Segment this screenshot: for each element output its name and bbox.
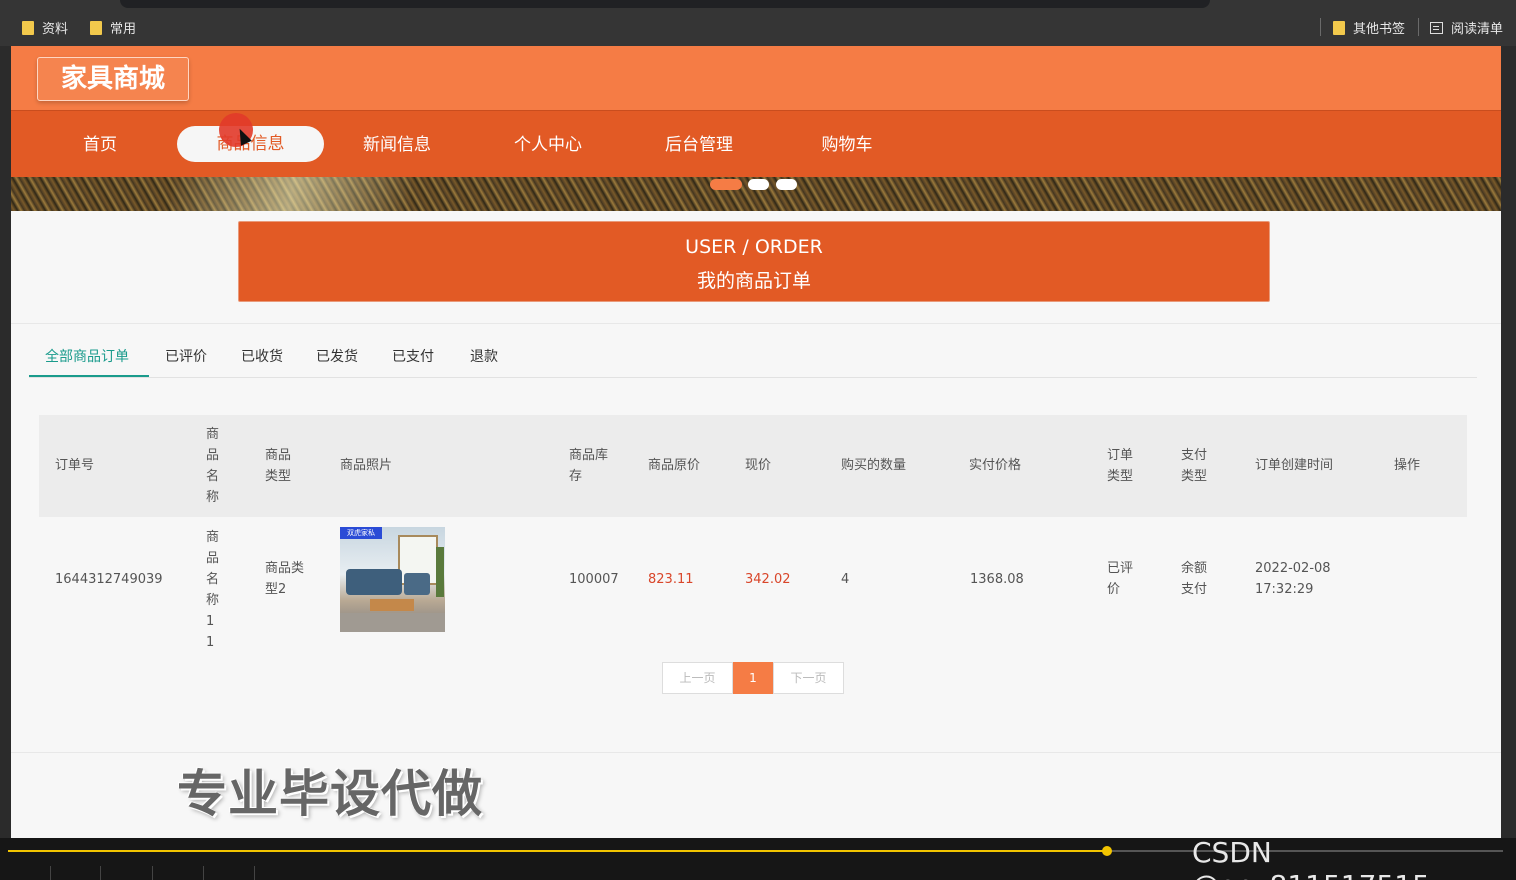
address-bar[interactable] (120, 0, 1210, 8)
tab-shipped[interactable]: 已发货 (316, 346, 358, 366)
divider (11, 323, 1501, 324)
cell-order-no: 1644312749039 (55, 572, 163, 587)
header-photo: 商品照片 (340, 458, 393, 473)
banner-highlight (171, 177, 411, 211)
tab-received[interactable]: 已收货 (241, 346, 283, 366)
page-title-en: USER / ORDER (685, 236, 823, 258)
bookmarks-bar: 资料 常用 其他书签 阅读清单 (0, 10, 1516, 44)
page-title-box: USER / ORDER 我的商品订单 (238, 221, 1270, 302)
tab-all-orders[interactable]: 全部商品订单 (45, 346, 129, 366)
cell-paid: 1368.08 (970, 572, 1024, 587)
progress-handle[interactable] (1102, 846, 1112, 856)
bookmark-separator (1418, 18, 1419, 36)
header-product-type: 商品类型 (265, 448, 292, 484)
player-divider (254, 866, 255, 880)
bookmark-label: 常用 (110, 22, 137, 37)
photo-sofa (346, 569, 402, 595)
table-row: 1644312749039 商品名称11 商品类型2 双虎家私 100007 8… (39, 517, 1467, 650)
browser-chrome: 资料 常用 其他书签 阅读清单 (0, 0, 1516, 46)
site-logo[interactable]: 家具商城 (37, 57, 189, 101)
cell-created-time: 17:32:29 (1255, 582, 1314, 597)
page-title-cn: 我的商品订单 (696, 270, 811, 292)
pagination: 上一页 1 下一页 (662, 662, 844, 694)
tab-reviewed[interactable]: 已评价 (165, 346, 207, 366)
page-1-button[interactable]: 1 (733, 662, 773, 694)
cell-original-price: 823.11 (648, 572, 694, 587)
photo-table (370, 599, 414, 611)
divider (11, 752, 1501, 753)
photo-armchair (404, 573, 430, 595)
progress-fill (8, 850, 1107, 852)
nav-admin[interactable]: 后台管理 (659, 127, 739, 163)
window-edge (1501, 46, 1516, 838)
photo-rug (340, 613, 445, 632)
header-action: 操作 (1394, 458, 1421, 473)
prev-page-button[interactable]: 上一页 (662, 662, 733, 694)
reading-list[interactable]: 阅读清单 (1430, 18, 1503, 37)
header-pay-type: 支付类型 (1181, 448, 1208, 484)
nav-personal-center[interactable]: 个人中心 (508, 127, 588, 163)
bookmark-separator (1320, 18, 1321, 36)
cell-order-type: 已评价 (1107, 561, 1134, 597)
header-created: 订单创建时间 (1255, 458, 1334, 473)
site-header: 家具商城 (11, 46, 1501, 110)
web-page: 家具商城 首页 商品信息 新闻信息 个人中心 后台管理 购物车 USER / O… (11, 46, 1501, 838)
header-paid: 实付价格 (969, 458, 1022, 473)
next-page-button[interactable]: 下一页 (773, 662, 844, 694)
cell-stock: 100007 (569, 572, 619, 587)
header-quantity: 购买的数量 (841, 458, 907, 473)
player-divider (203, 866, 204, 880)
cell-created-date: 2022-02-08 (1255, 561, 1331, 576)
nav-cart[interactable]: 购物车 (807, 127, 887, 163)
tab-paid[interactable]: 已支付 (392, 346, 434, 366)
nav-news[interactable]: 新闻信息 (357, 127, 437, 163)
product-photo[interactable]: 双虎家私 (340, 527, 445, 632)
folder-icon (90, 20, 102, 35)
carousel-dot-1[interactable] (710, 179, 742, 190)
header-product-name: 商品名称 (206, 427, 220, 505)
header-original-price: 商品原价 (648, 458, 701, 473)
cell-quantity: 4 (841, 572, 850, 587)
tab-refund[interactable]: 退款 (470, 346, 498, 366)
header-price: 现价 (745, 458, 772, 473)
bookmark-label: 资料 (42, 22, 69, 37)
photo-plant (436, 547, 444, 597)
nav-home[interactable]: 首页 (60, 127, 140, 163)
player-divider (152, 866, 153, 880)
bookmark-folder-ziliao[interactable]: 资料 (22, 18, 68, 37)
header-order-no: 订单号 (55, 458, 95, 473)
bookmark-folder-other[interactable]: 其他书签 (1333, 18, 1405, 37)
tab-active-indicator (29, 375, 149, 377)
cell-product-name: 商品名称11 (206, 530, 220, 650)
player-divider (100, 866, 101, 880)
order-tabs: 全部商品订单 已评价 已收货 已发货 已支付 退款 (29, 336, 1477, 378)
folder-icon (22, 20, 34, 35)
carousel-dot-3[interactable] (776, 179, 797, 190)
csdn-watermark: CSDN @qq_811517515 (1192, 836, 1430, 880)
header-stock: 商品库存 (569, 448, 609, 484)
header-order-type: 订单类型 (1107, 448, 1134, 484)
folder-icon (1333, 20, 1345, 35)
photo-brand-tag: 双虎家私 (340, 527, 382, 539)
bookmark-label: 阅读清单 (1451, 22, 1504, 37)
player-divider (50, 866, 51, 880)
bookmark-folder-changyong[interactable]: 常用 (90, 18, 136, 37)
carousel-dot-2[interactable] (748, 179, 769, 190)
reading-list-icon (1430, 21, 1443, 34)
cell-product-type: 商品类型2 (265, 561, 305, 597)
bookmark-label: 其他书签 (1353, 22, 1406, 37)
watermark-text: 专业毕设代做 (177, 765, 483, 823)
cell-pay-type: 余额支付 (1181, 561, 1208, 597)
cell-price: 342.02 (745, 572, 791, 587)
table-header: 订单号 商品名称 商品类型 商品照片 商品库存 商品原价 现价 购买的数量 实付… (39, 415, 1467, 517)
